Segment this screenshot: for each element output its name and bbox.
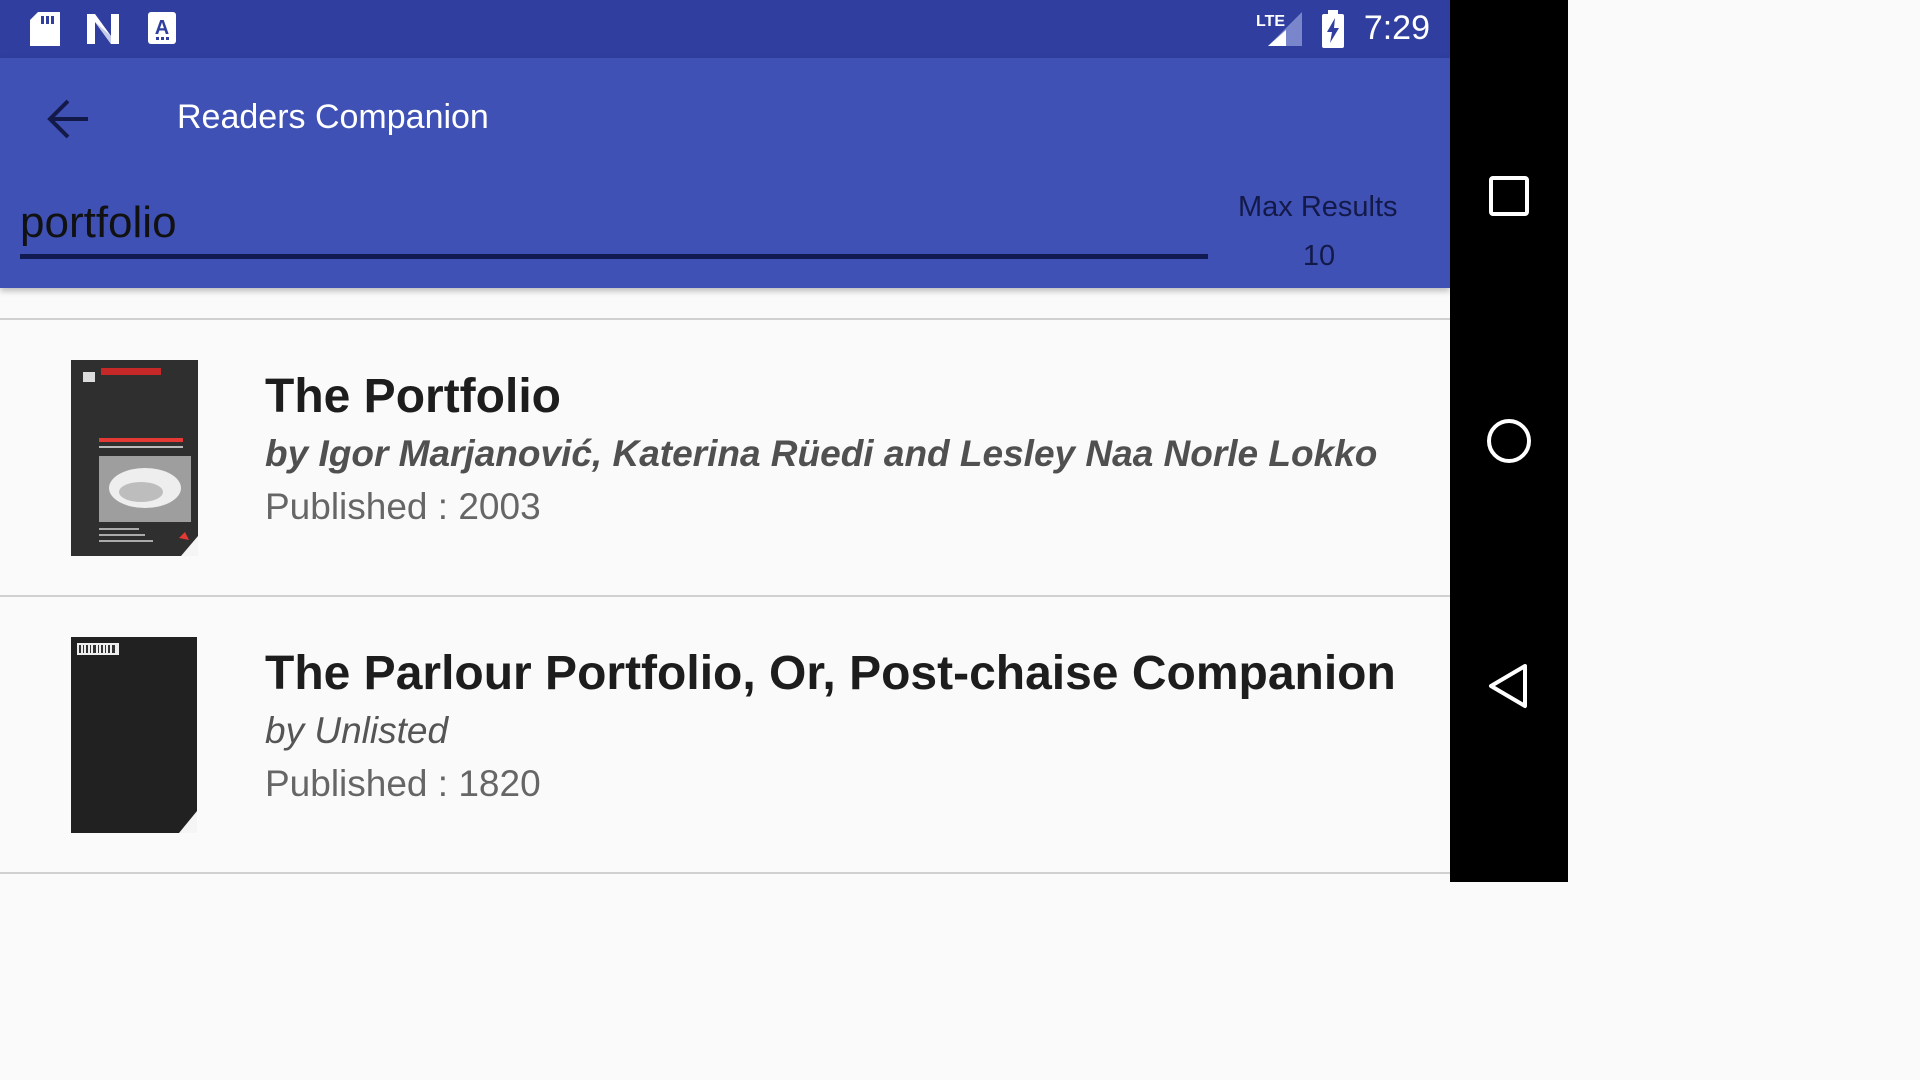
max-results-input[interactable]: 10	[1238, 240, 1400, 273]
list-item[interactable]: The Parlour Portfolio, Or, Post-chaise C…	[0, 597, 1450, 872]
book-title: The Portfolio	[265, 370, 561, 423]
book-cover-image	[71, 360, 198, 556]
battery-charging-icon	[1320, 10, 1346, 53]
recents-button[interactable]	[1479, 166, 1539, 226]
back-triangle-icon	[1479, 664, 1539, 720]
book-title: The Parlour Portfolio, Or, Post-chaise C…	[265, 647, 1396, 700]
max-results-label: Max Results	[1238, 191, 1398, 223]
page-title: Readers Companion	[177, 98, 489, 136]
recents-square-icon	[1479, 176, 1539, 230]
n-logo-icon	[85, 12, 121, 51]
search-field-wrapper	[20, 198, 1208, 259]
system-back-button[interactable]	[1479, 656, 1539, 716]
home-circle-icon	[1479, 419, 1539, 475]
search-input[interactable]	[20, 198, 1208, 259]
back-button[interactable]	[40, 94, 100, 144]
result-list: The Portfolio by Igor Marjanović, Kateri…	[0, 318, 1450, 874]
a-notification-icon: A	[148, 12, 176, 49]
list-item-text: The Parlour Portfolio, Or, Post-chaise C…	[265, 645, 1396, 810]
lte-label: LTE	[1256, 13, 1285, 30]
list-item-text: The Portfolio by Igor Marjanović, Kateri…	[265, 368, 1377, 533]
svg-text:A: A	[155, 17, 169, 39]
list-item[interactable]: The Portfolio by Igor Marjanović, Kateri…	[0, 320, 1450, 595]
lte-signal-icon: LTE	[1256, 10, 1304, 53]
sd-card-icon	[30, 12, 60, 51]
status-bar: A LTE 7:29	[0, 0, 1450, 58]
app-bar: Readers Companion Max Results 10	[0, 58, 1450, 288]
clock: 7:29	[1363, 9, 1430, 47]
book-authors: by Igor Marjanović, Katerina Rüedi and L…	[265, 433, 1378, 474]
book-published: Published : 1820	[265, 763, 541, 804]
navigation-bar	[1450, 0, 1568, 882]
divider	[0, 872, 1450, 874]
book-published: Published : 2003	[265, 486, 541, 527]
book-cover-image	[71, 637, 197, 833]
arrow-left-icon	[40, 99, 100, 148]
book-authors: by Unlisted	[265, 710, 449, 751]
home-button[interactable]	[1479, 411, 1539, 471]
